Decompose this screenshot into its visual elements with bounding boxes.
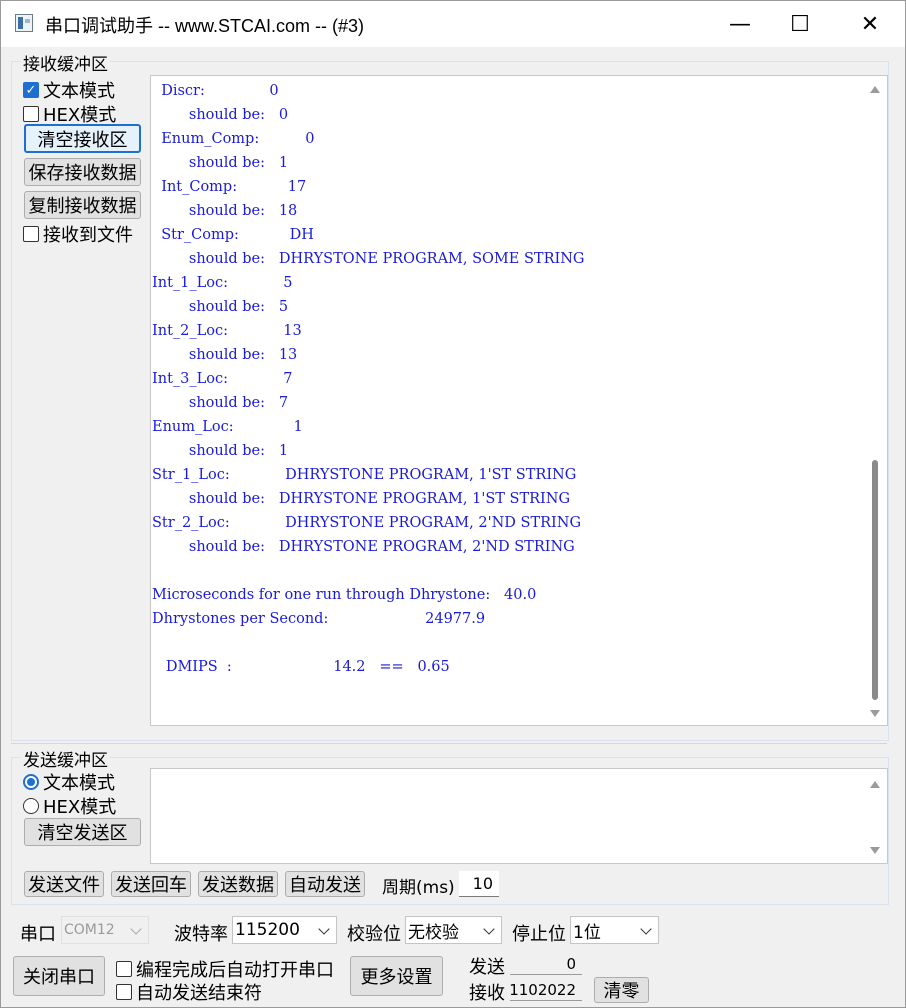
receive-line: Int_Comp: 17 bbox=[152, 179, 307, 195]
receive-line: should be: DHRYSTONE PROGRAM, 1'ST STRIN… bbox=[152, 491, 571, 507]
receive-line: Int_2_Loc: 13 bbox=[152, 323, 302, 339]
recv-count: 1102022 bbox=[509, 979, 582, 1001]
checkmark-icon: ✓ bbox=[23, 82, 39, 98]
stop-bit-label: 停止位 bbox=[512, 924, 566, 945]
clear-send-button[interactable]: 清空发送区 bbox=[24, 818, 141, 846]
sent-label: 发送 bbox=[469, 957, 505, 978]
send-data-button[interactable]: 发送数据 bbox=[198, 871, 278, 897]
scroll-up-icon[interactable] bbox=[870, 86, 880, 93]
app-icon bbox=[15, 14, 33, 32]
scroll-up-icon[interactable] bbox=[870, 781, 880, 788]
sent-count: 0 bbox=[510, 953, 582, 975]
send-hex-mode-radio[interactable]: HEX模式 bbox=[23, 793, 116, 819]
copy-receive-button[interactable]: 复制接收数据 bbox=[24, 191, 141, 219]
chevron-down-icon bbox=[640, 923, 652, 935]
receive-line: should be: 7 bbox=[152, 395, 289, 411]
checkbox-icon bbox=[116, 961, 132, 977]
send-file-button[interactable]: 发送文件 bbox=[24, 871, 104, 897]
receive-line bbox=[152, 559, 585, 583]
send-scrollbar[interactable] bbox=[867, 769, 883, 863]
stop-bit-select[interactable]: 1位 bbox=[570, 916, 659, 944]
period-label: 周期(ms) bbox=[382, 878, 455, 898]
auto-send-button[interactable]: 自动发送 bbox=[285, 871, 365, 897]
baud-select[interactable]: 115200 bbox=[232, 916, 337, 944]
receive-line: should be: 1 bbox=[152, 443, 289, 459]
stop-bit-value: 1位 bbox=[573, 922, 601, 943]
port-label: 串口 bbox=[20, 924, 56, 945]
receive-line: Str_1_Loc: DHRYSTONE PROGRAM, 1'ST STRIN… bbox=[152, 467, 577, 483]
baud-value: 115200 bbox=[235, 920, 300, 940]
port-value: COM12 bbox=[64, 922, 115, 938]
period-input[interactable]: 10 bbox=[459, 871, 499, 897]
receive-line: Discr: 0 bbox=[152, 83, 279, 99]
parity-label: 校验位 bbox=[347, 924, 401, 945]
minimize-button[interactable]: — bbox=[707, 1, 773, 47]
receive-line: Int_3_Loc: 7 bbox=[152, 371, 293, 387]
receive-to-file-label: 接收到文件 bbox=[43, 225, 133, 246]
receive-group-label: 接收缓冲区 bbox=[21, 50, 110, 75]
maximize-icon: ☐ bbox=[790, 11, 810, 37]
receive-line: DMIPS : 14.2 == 0.65 bbox=[152, 659, 450, 675]
radio-icon bbox=[23, 798, 39, 814]
more-settings-button[interactable]: 更多设置 bbox=[350, 956, 443, 996]
receive-line: should be: 13 bbox=[152, 347, 298, 363]
maximize-button[interactable]: ☐ bbox=[767, 1, 833, 47]
receive-line: Str_Comp: DH bbox=[152, 227, 314, 243]
clear-count-button[interactable]: 清零 bbox=[594, 977, 649, 1003]
send-group-label: 发送缓冲区 bbox=[21, 746, 110, 771]
receive-line bbox=[152, 631, 585, 655]
scroll-thumb[interactable] bbox=[872, 460, 878, 700]
checkbox-icon bbox=[116, 984, 132, 1000]
divider bbox=[11, 743, 887, 744]
title-bar: 串口调试助手 -- www.STCAI.com -- (#3) — ☐ ✕ bbox=[1, 1, 905, 47]
clear-receive-button[interactable]: 清空接收区 bbox=[24, 124, 141, 153]
send-enter-button[interactable]: 发送回车 bbox=[111, 871, 191, 897]
parity-select[interactable]: 无校验 bbox=[405, 916, 502, 944]
port-select: COM12 bbox=[61, 916, 149, 944]
parity-value: 无校验 bbox=[408, 922, 459, 943]
window-title: 串口调试助手 -- www.STCAI.com -- (#3) bbox=[45, 16, 365, 36]
receive-line: Str_2_Loc: DHRYSTONE PROGRAM, 2'ND STRIN… bbox=[152, 515, 582, 531]
checkbox-icon bbox=[23, 106, 39, 122]
scroll-down-icon[interactable] bbox=[870, 847, 880, 854]
chevron-down-icon bbox=[483, 923, 495, 935]
receive-line: Enum_Comp: 0 bbox=[152, 131, 315, 147]
receive-line: should be: DHRYSTONE PROGRAM, 2'ND STRIN… bbox=[152, 539, 575, 555]
auto-send-end-checkbox[interactable]: 自动发送结束符 bbox=[116, 979, 262, 1005]
radio-selected-icon bbox=[23, 774, 39, 790]
auto-send-end-label: 自动发送结束符 bbox=[136, 983, 262, 1004]
checkbox-icon bbox=[23, 226, 39, 242]
receive-text-content: Discr: 0 should be: 0 Enum_Comp: 0 shoul… bbox=[152, 79, 585, 679]
receive-line: Enum_Loc: 1 bbox=[152, 419, 303, 435]
receive-line: should be: 5 bbox=[152, 299, 289, 315]
receive-line: Microseconds for one run through Dhrysto… bbox=[152, 587, 537, 603]
recv-label: 接收 bbox=[469, 983, 505, 1004]
send-hex-mode-label: HEX模式 bbox=[43, 797, 117, 818]
receive-text-mode-checkbox[interactable]: ✓ 文本模式 bbox=[23, 77, 115, 103]
close-port-button[interactable]: 关闭串口 bbox=[13, 956, 105, 996]
minimize-icon: — bbox=[729, 11, 751, 37]
app-window: 串口调试助手 -- www.STCAI.com -- (#3) — ☐ ✕ 接收… bbox=[0, 0, 906, 1008]
receive-line: should be: 0 bbox=[152, 107, 289, 123]
scroll-down-icon[interactable] bbox=[870, 710, 880, 717]
receive-line: should be: 18 bbox=[152, 203, 298, 219]
close-icon: ✕ bbox=[860, 11, 880, 37]
save-receive-button[interactable]: 保存接收数据 bbox=[24, 158, 141, 186]
close-button[interactable]: ✕ bbox=[837, 1, 903, 47]
receive-scrollbar[interactable] bbox=[867, 76, 883, 725]
receive-text-mode-label: 文本模式 bbox=[43, 81, 115, 102]
chevron-down-icon bbox=[130, 923, 142, 935]
chevron-down-icon bbox=[318, 923, 330, 935]
send-text-mode-radio[interactable]: 文本模式 bbox=[23, 769, 115, 795]
receive-text-area[interactable]: Discr: 0 should be: 0 Enum_Comp: 0 shoul… bbox=[150, 75, 888, 726]
send-text-area[interactable] bbox=[150, 768, 888, 864]
baud-label: 波特率 bbox=[174, 924, 228, 945]
receive-line: Int_1_Loc: 5 bbox=[152, 275, 293, 291]
send-text-mode-label: 文本模式 bbox=[43, 773, 115, 794]
receive-line: should be: 1 bbox=[152, 155, 289, 171]
receive-line: Dhrystones per Second: 24977.9 bbox=[152, 611, 486, 627]
receive-line: should be: DHRYSTONE PROGRAM, SOME STRIN… bbox=[152, 251, 585, 267]
receive-to-file-checkbox[interactable]: 接收到文件 bbox=[23, 221, 133, 247]
